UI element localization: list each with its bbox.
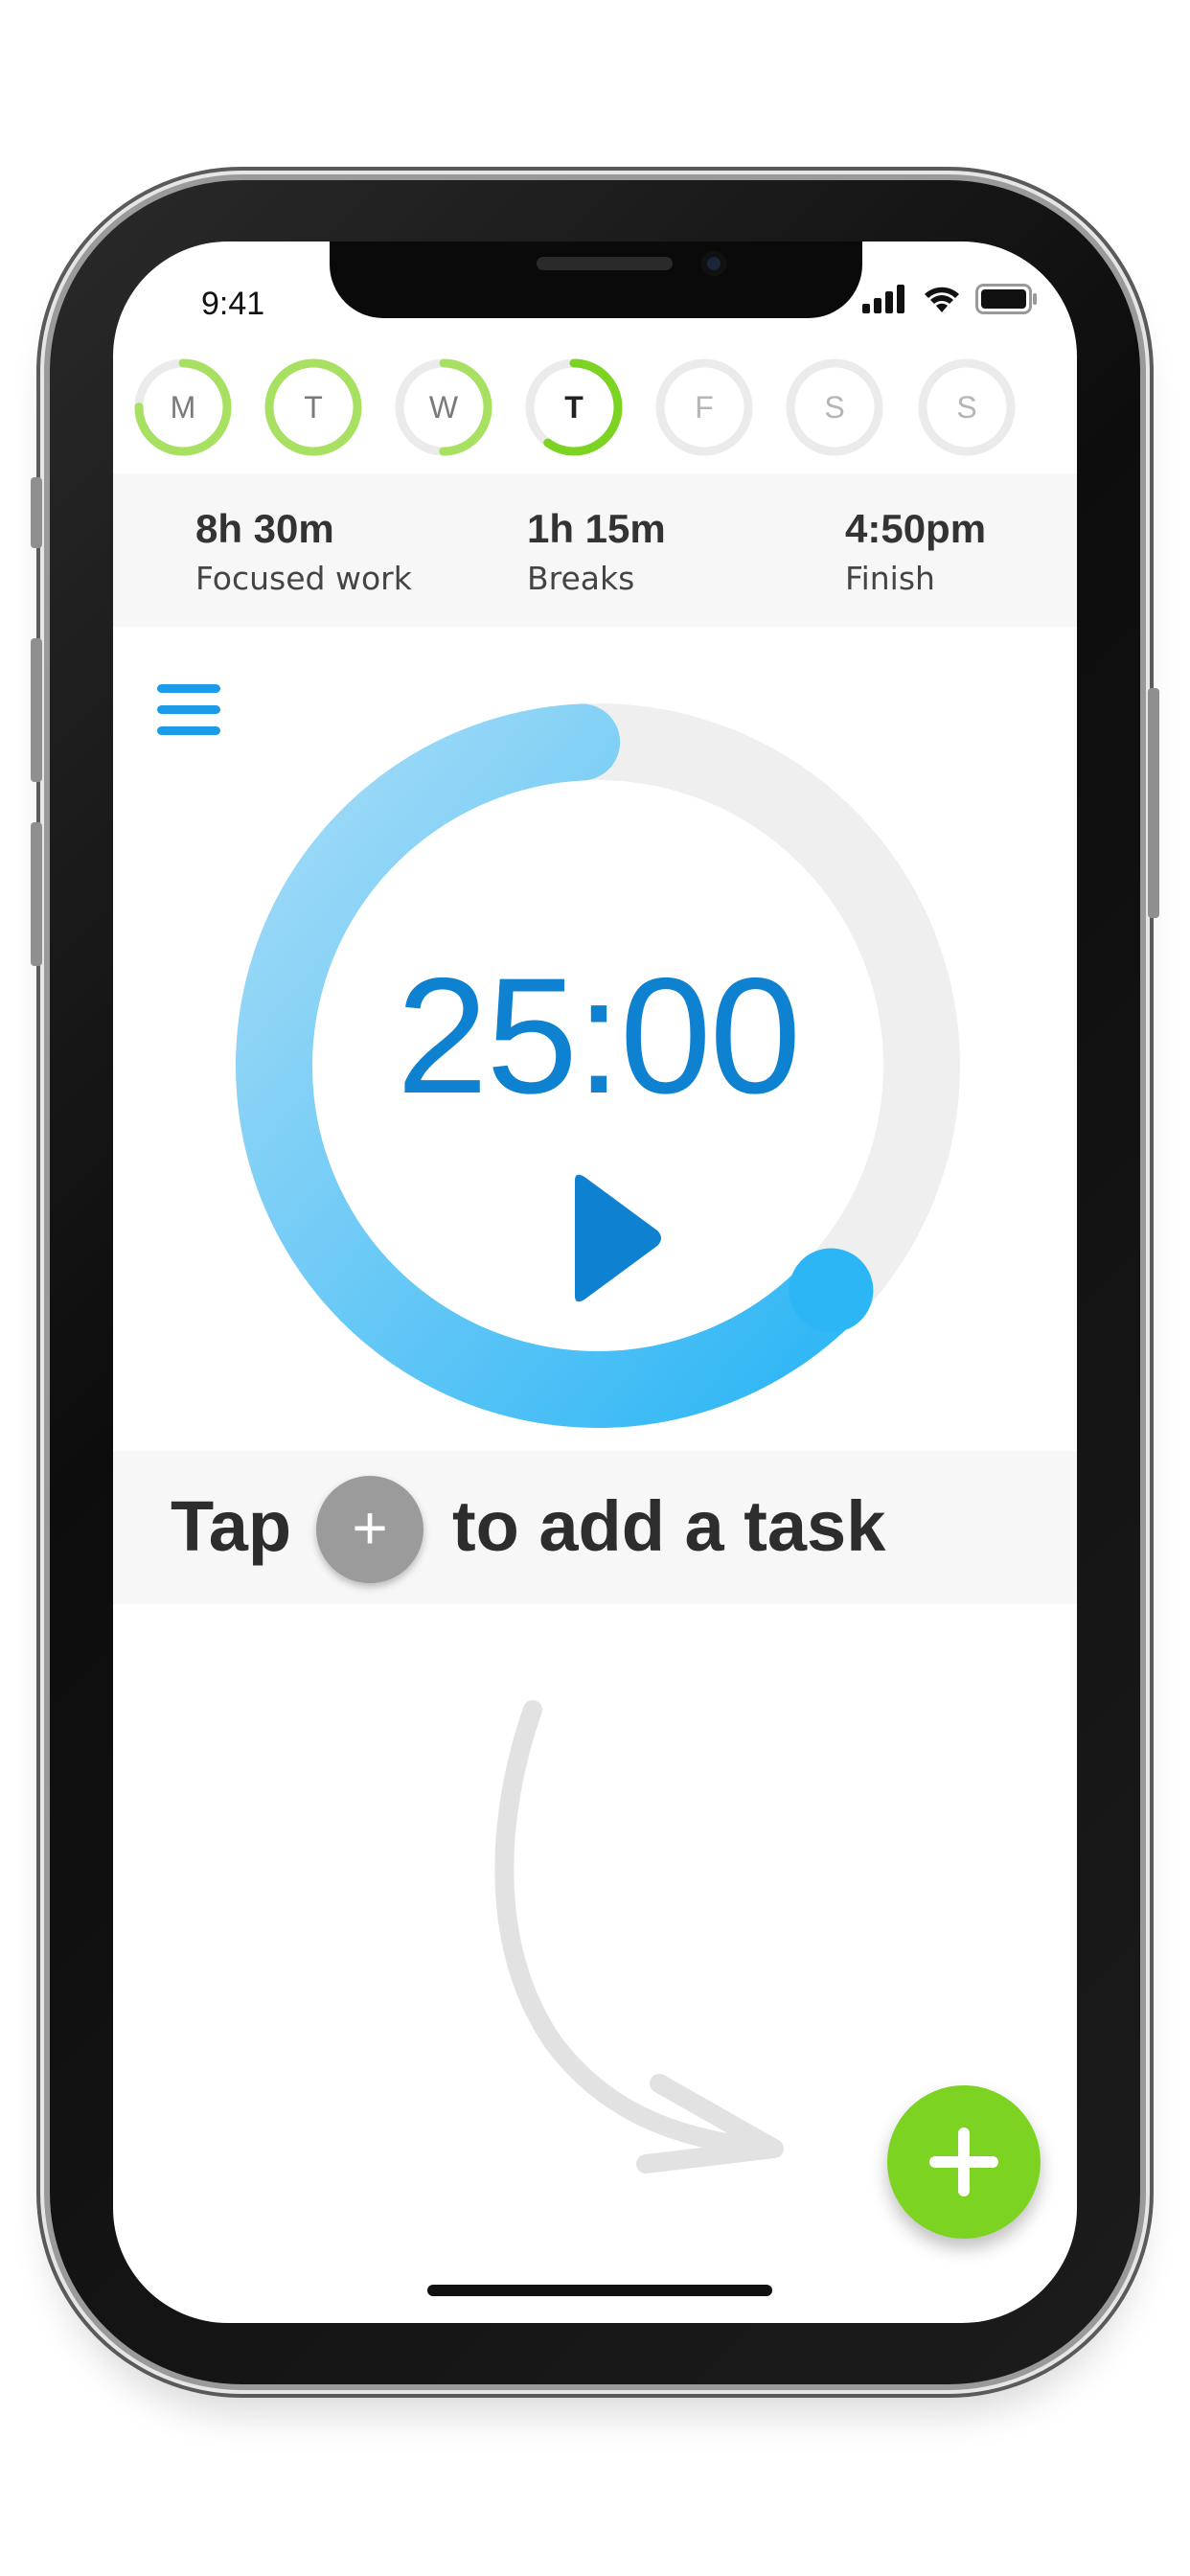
daily-summary: 8h 30m Focused work 1h 15m Breaks 4:50pm…	[113, 473, 1077, 627]
day-label: T	[304, 390, 323, 425]
status-icons	[862, 284, 1039, 314]
hamburger-menu-icon[interactable]	[157, 684, 220, 742]
day-label: S	[824, 390, 845, 425]
finish-label: Finish	[845, 560, 935, 597]
timer-display: 25:00	[396, 944, 801, 1128]
focused-work-stat: 8h 30m Focused work	[195, 506, 412, 597]
day-ring-6[interactable]: S	[916, 356, 1018, 458]
home-indicator[interactable]	[427, 2285, 772, 2296]
app-screen: 9:41 M T W T F S S 8h 30m Focused work 1h 15m …	[113, 242, 1077, 2323]
finish-value: 4:50pm	[845, 506, 987, 551]
wifi-icon	[925, 287, 959, 312]
pomodoro-timer: 25:00	[234, 702, 962, 1430]
battery-icon	[975, 284, 1037, 314]
hint-plus-icon: +	[316, 1476, 423, 1583]
power-button	[1148, 688, 1159, 918]
volume-down-button	[31, 822, 42, 966]
day-label: S	[956, 390, 977, 425]
breaks-stat: 1h 15m Breaks	[527, 506, 666, 597]
hint-text-end: to add a task	[452, 1486, 886, 1566]
week-progress-row: MTWTFSS	[113, 356, 1077, 472]
add-task-button[interactable]	[887, 2085, 1041, 2239]
mute-switch	[31, 477, 42, 548]
play-icon[interactable]	[569, 1171, 665, 1305]
day-ring-3[interactable]: T	[523, 356, 625, 458]
signal-icon	[862, 285, 904, 313]
day-ring-0[interactable]: M	[132, 356, 234, 458]
day-ring-5[interactable]: S	[784, 356, 885, 458]
hint-text-start: Tap	[171, 1486, 292, 1566]
breaks-value: 1h 15m	[527, 506, 666, 551]
status-time: 9:41	[201, 286, 265, 322]
day-ring-4[interactable]: F	[653, 356, 755, 458]
earpiece-speaker	[537, 257, 673, 270]
volume-up-button	[31, 638, 42, 782]
front-camera	[701, 251, 726, 276]
add-task-hint: Tap + to add a task	[113, 1451, 1077, 1604]
day-label: T	[564, 390, 584, 425]
notch	[330, 242, 862, 318]
day-ring-2[interactable]: W	[393, 356, 494, 458]
day-label: M	[170, 390, 196, 425]
focused-work-value: 8h 30m	[195, 506, 334, 551]
timer-drag-handle[interactable]	[789, 1248, 874, 1333]
finish-stat: 4:50pm Finish	[845, 506, 986, 597]
focused-work-label: Focused work	[195, 560, 412, 597]
day-label: F	[695, 390, 714, 425]
day-ring-1[interactable]: T	[263, 356, 364, 458]
curved-arrow-icon	[494, 1700, 784, 2174]
breaks-label: Breaks	[527, 560, 635, 597]
plus-icon	[929, 2128, 998, 2196]
day-label: W	[428, 390, 459, 425]
